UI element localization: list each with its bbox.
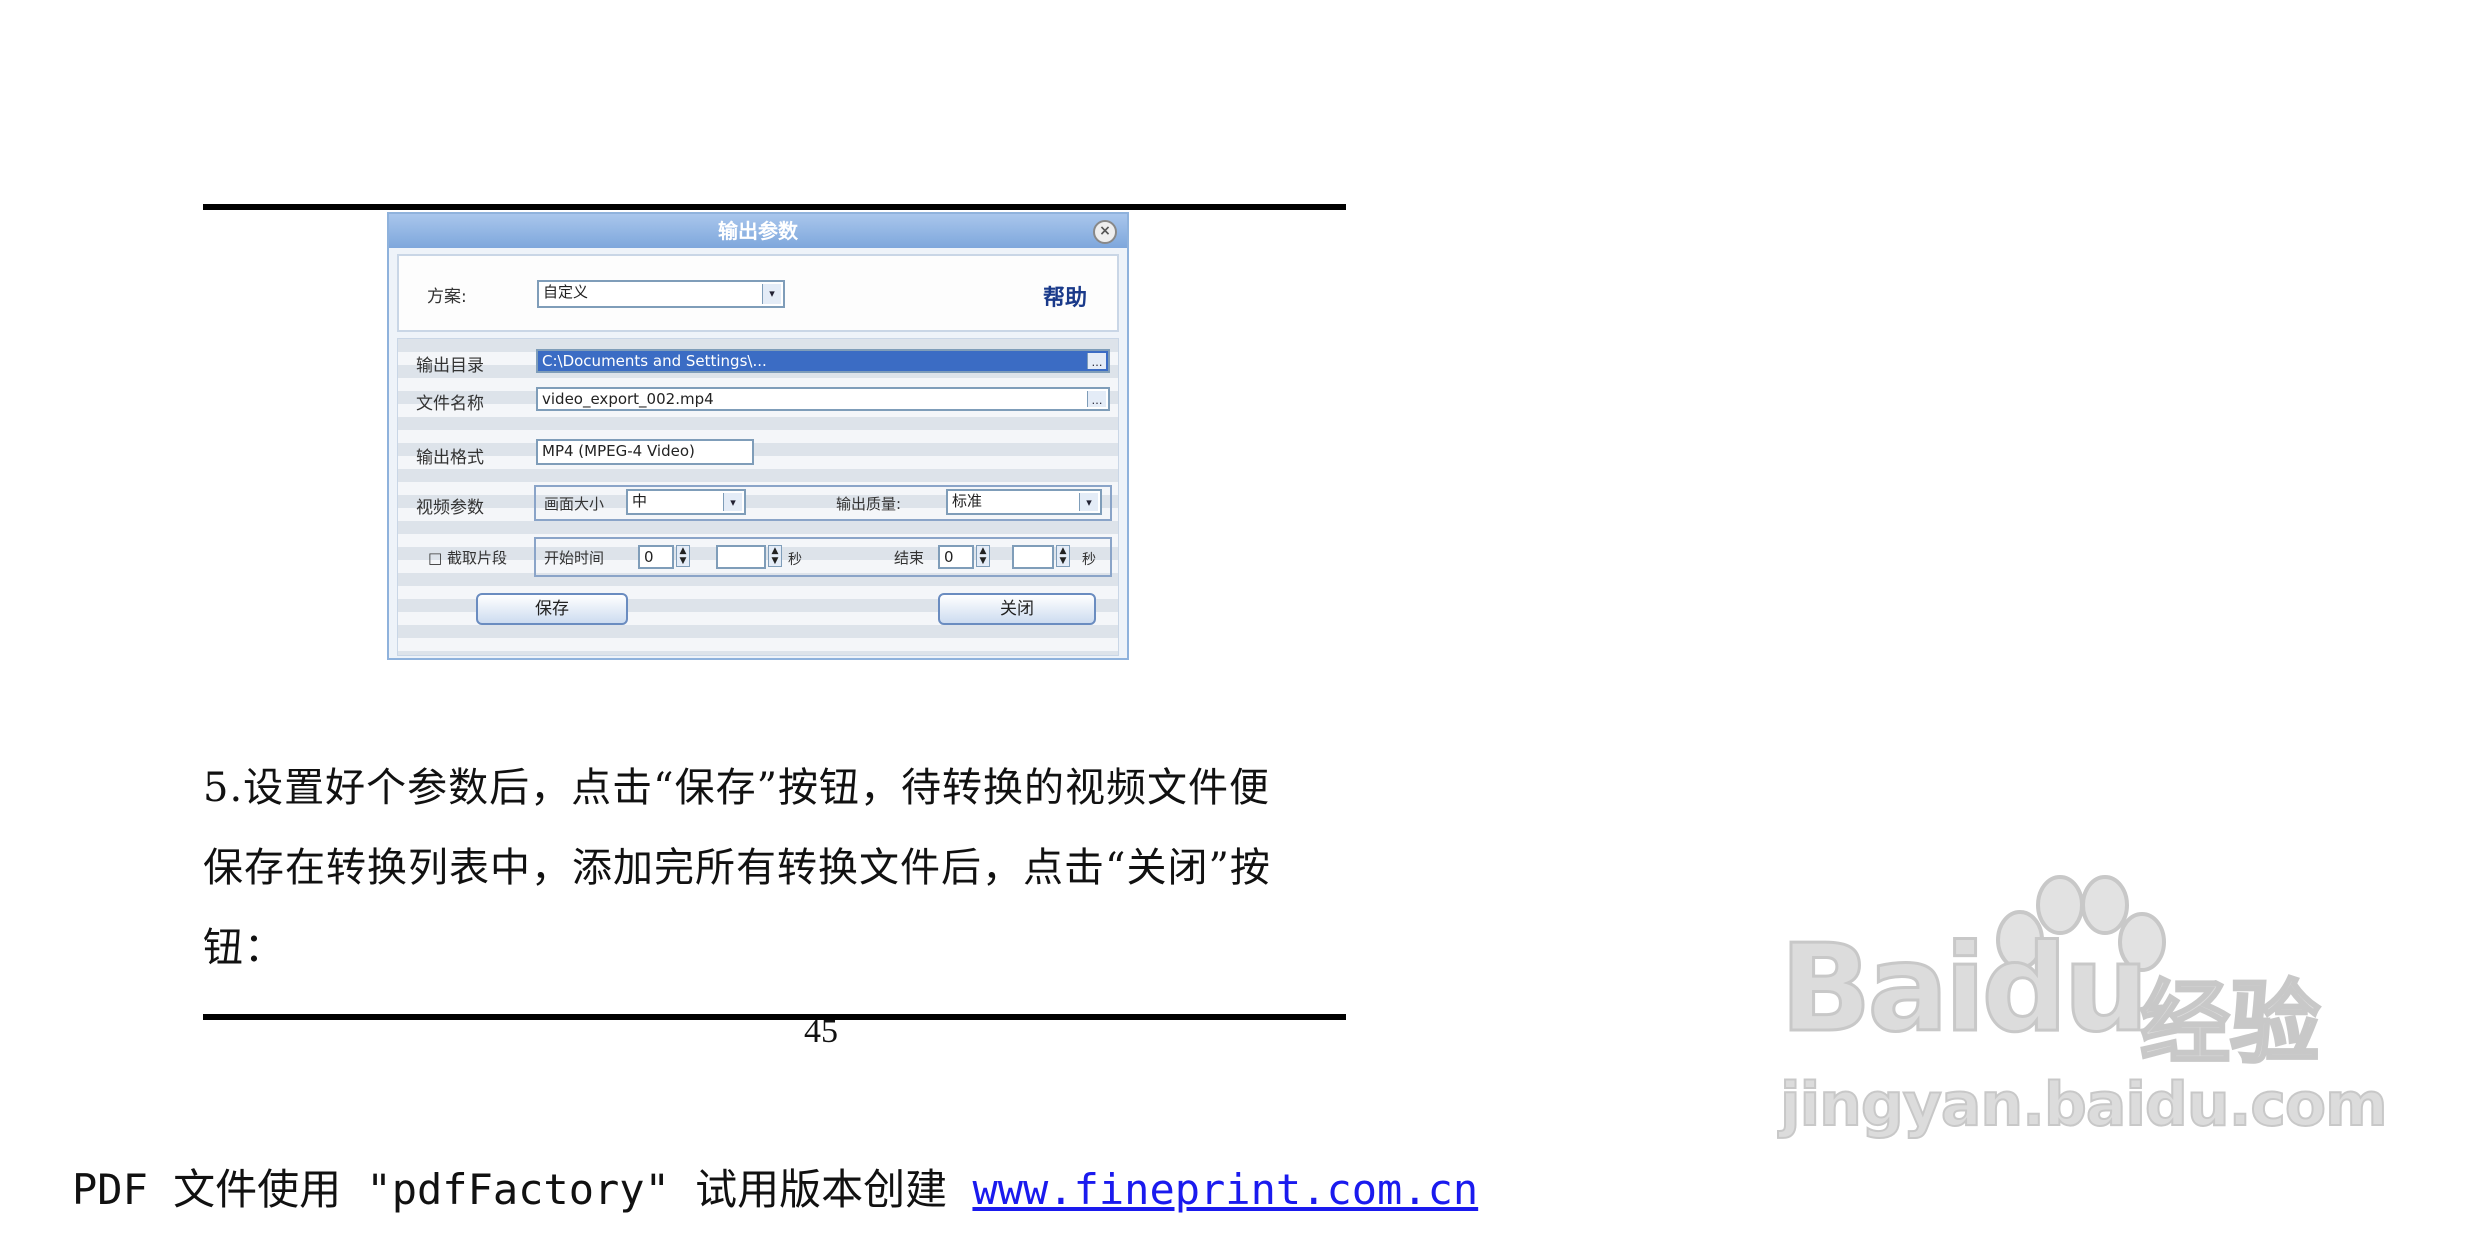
output-settings-dialog: 输出参数 × 方案: 自定义 ▾ 帮助 输出目录 C:\Documents an… xyxy=(387,212,1129,660)
end-time-input[interactable]: 0 xyxy=(938,545,974,569)
end-time-input-2[interactable] xyxy=(1012,545,1054,569)
spinner-icon[interactable]: ▲ ▼ xyxy=(768,545,782,567)
save-button[interactable]: 保存 xyxy=(476,593,628,625)
paragraph-line: 5.设置好个参数后，点击“保存”按钮，待转换的视频文件便 xyxy=(203,765,1271,811)
frame-size-value: 中 xyxy=(632,492,648,510)
end-time-unit: 秒 xyxy=(1082,552,1096,568)
quality-value: 标准 xyxy=(952,492,983,510)
chevron-down-icon[interactable]: ▾ xyxy=(723,493,742,511)
watermark-brand: 经验 xyxy=(2139,970,2322,1078)
close-icon[interactable]: × xyxy=(1093,220,1117,244)
help-link[interactable]: 帮助 xyxy=(1043,280,1087,312)
watermark-url: jingyan.baidu.com xyxy=(1779,1069,2389,1141)
frame-size-label: 画面大小 xyxy=(544,495,605,513)
watermark-logo: Baidu xyxy=(1779,919,2151,1061)
spinner-icon[interactable]: ▲ ▼ xyxy=(676,545,690,567)
file-name-label: 文件名称 xyxy=(416,394,484,414)
page-number: 45 xyxy=(804,1013,838,1050)
end-time-value: 0 xyxy=(944,548,954,566)
footer-link[interactable]: www.fineprint.com.cn xyxy=(972,1165,1478,1214)
start-time-input[interactable]: 0 xyxy=(638,545,674,569)
end-time-label: 结束 xyxy=(894,549,925,567)
chevron-down-icon[interactable]: ▾ xyxy=(1079,493,1098,511)
start-time-value: 0 xyxy=(644,548,654,566)
footer-text: PDF 文件使用 "pdfFactory" 试用版本创建 xyxy=(72,1165,973,1214)
settings-body: 输出目录 C:\Documents and Settings\... … 文件名… xyxy=(397,338,1119,656)
dialog-title-bar: 输出参数 × xyxy=(389,214,1127,248)
preset-label: 方案: xyxy=(427,287,467,307)
pdf-footer: PDF 文件使用 "pdfFactory" 试用版本创建 www.finepri… xyxy=(72,1156,1478,1217)
paragraph-line: 保存在转换列表中，添加完所有转换文件后，点击“关闭”按 xyxy=(203,845,1271,891)
close-button[interactable]: 关闭 xyxy=(938,593,1096,625)
frame-size-select[interactable]: 中 ▾ xyxy=(626,489,746,515)
browse-icon[interactable]: … xyxy=(1087,391,1106,407)
file-name-value: video_export_002.mp4 xyxy=(542,390,714,408)
format-value: MP4 (MPEG-4 Video) xyxy=(542,442,695,460)
browse-icon[interactable]: … xyxy=(1087,353,1106,369)
output-dir-field[interactable]: C:\Documents and Settings\... … xyxy=(536,349,1110,373)
clip-checkbox[interactable]: □ 截取片段 xyxy=(428,547,507,568)
format-label: 输出格式 xyxy=(416,448,484,468)
file-name-field[interactable]: video_export_002.mp4 … xyxy=(536,387,1110,411)
dialog-title: 输出参数 xyxy=(718,219,798,243)
format-field[interactable]: MP4 (MPEG-4 Video) xyxy=(536,439,754,465)
quality-select[interactable]: 标准 ▾ xyxy=(946,489,1102,515)
bottom-rule xyxy=(203,1014,1346,1020)
baidu-watermark: Baidu 经验 jingyan.baidu.com xyxy=(1779,875,2390,1160)
chevron-down-icon[interactable]: ▾ xyxy=(762,284,781,304)
start-time-label: 开始时间 xyxy=(544,549,605,567)
preset-select[interactable]: 自定义 ▾ xyxy=(537,280,785,308)
start-time-unit: 秒 xyxy=(788,552,802,568)
output-dir-label: 输出目录 xyxy=(416,356,484,376)
quality-label: 输出质量: xyxy=(836,495,902,513)
start-time-input-2[interactable] xyxy=(716,545,766,569)
spinner-icon[interactable]: ▲ ▼ xyxy=(1056,545,1070,567)
paragraph-line: 钮： xyxy=(203,925,285,971)
top-rule xyxy=(203,204,1346,210)
preset-value: 自定义 xyxy=(543,283,589,301)
video-params-label: 视频参数 xyxy=(416,498,484,518)
instruction-paragraph: 5.设置好个参数后，点击“保存”按钮，待转换的视频文件便 保存在转换列表中，添加… xyxy=(203,748,1353,988)
output-dir-value: C:\Documents and Settings\... xyxy=(542,352,767,370)
spinner-icon[interactable]: ▲ ▼ xyxy=(976,545,990,567)
preset-panel: 方案: 自定义 ▾ 帮助 xyxy=(397,254,1119,332)
